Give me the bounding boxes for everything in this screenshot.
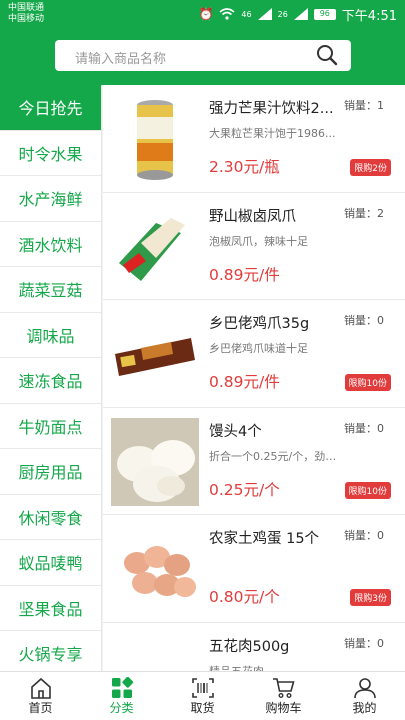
sidebar-item-9[interactable]: 休闲零食: [0, 495, 101, 540]
alarm-icon: ⏰: [198, 7, 214, 21]
purchase-limit-badge: 限购2份: [350, 159, 391, 176]
sidebar-item-7[interactable]: 牛奶面点: [0, 404, 101, 449]
product-desc: 大果粒芒果汁饱于1986...: [209, 127, 336, 140]
sidebar-item-1[interactable]: 时令水果: [0, 131, 101, 176]
sidebar-item-10[interactable]: 蚁品唛鸭: [0, 540, 101, 586]
product-price: 2.30元/瓶: [209, 158, 280, 176]
purchase-limit-badge: 限购3份: [350, 589, 391, 606]
product-desc: 泡椒凤爪，辣味十足: [209, 234, 308, 248]
signal-icon-2: [293, 8, 308, 20]
sidebar-item-2[interactable]: 水产海鲜: [0, 176, 101, 222]
product-image-chicken-feet-pack[interactable]: [111, 202, 199, 291]
header: 中国联通 中国移动 ⏰ 46 26 96 下午4:51 请输入商品名称: [0, 0, 405, 85]
purchase-limit-badge: 限购10份: [344, 374, 391, 391]
product-name: 野山椒卤凤爪: [209, 208, 296, 225]
tab-pickup[interactable]: 取货: [162, 672, 243, 720]
product-price: 0.25元/个: [209, 480, 280, 499]
tab-cart-label: 购物车: [265, 700, 302, 715]
tab-category-label: 分类: [109, 700, 134, 715]
product-list: 强力芒果汁饮料2... 大果粒芒果汁饱于1986... 2.30元/瓶 销量：1 限购2…: [103, 85, 405, 671]
search-bar[interactable]: 请输入商品名称: [55, 40, 351, 71]
search-icon[interactable]: [315, 43, 339, 67]
search-input[interactable]: 请输入商品名称: [75, 48, 166, 67]
product-image-eggs[interactable]: [111, 525, 199, 613]
scan-icon: [191, 677, 214, 698]
clock: 下午4:51: [341, 8, 397, 24]
carrier-info: 中国联通 中国移动: [8, 3, 44, 25]
product-row[interactable]: 强力芒果汁饮料2... 大果粒芒果汁饱于1986... 2.30元/瓶 销量：1 限购2…: [103, 85, 405, 193]
product-desc: 精品五花肉: [209, 664, 264, 672]
tab-home[interactable]: 首页: [0, 672, 81, 720]
product-sold-count: 销量：0: [344, 636, 384, 650]
product-row[interactable]: 野山椒卤凤爪 泡椒凤爪，辣味十足 0.89元/件 销量：2: [103, 193, 405, 300]
carrier-1: 中国联通: [8, 3, 45, 13]
battery-icon: 96: [313, 8, 336, 20]
product-sold-count: 销量：0: [344, 421, 384, 435]
product-name: 五花肉500g: [209, 638, 290, 655]
product-sold-count: 销量：0: [344, 529, 384, 542]
network-2: 26: [277, 9, 288, 19]
product-price: 0.89元/件: [209, 373, 280, 391]
carrier-2: 中国移动: [8, 14, 45, 24]
product-image-drink-can[interactable]: [111, 95, 199, 183]
product-name: 强力芒果汁饮料2...: [209, 101, 334, 117]
sidebar-item-5[interactable]: 调味品: [0, 313, 101, 358]
product-sold-count: 销量：1: [344, 99, 384, 112]
network-1: 46: [241, 9, 252, 19]
product-desc: 折合一个0.25元/个，劲道...: [209, 449, 341, 463]
product-image-pork-belly[interactable]: [111, 632, 199, 671]
product-name: 馒头4个: [209, 423, 262, 440]
tab-mine[interactable]: 我的: [324, 672, 405, 720]
purchase-limit-badge: 限购10份: [344, 481, 391, 499]
user-icon: [353, 677, 376, 698]
product-name: 农家土鸡蛋 15个: [209, 531, 320, 547]
status-right: ⏰ 46 26 96 下午4:51: [198, 5, 397, 24]
sidebar-item-6[interactable]: 速冻食品: [0, 358, 101, 404]
product-row[interactable]: 馒头4个折合一个0.25元/个，劲道... 0.25元/个 销量：0 限购10份: [103, 408, 405, 515]
product-price: 0.80元/个: [209, 588, 280, 606]
sidebar-item-0[interactable]: 今日抢先: [0, 85, 101, 131]
product-row[interactable]: 五花肉500g 精品五花肉 销量：0: [103, 623, 405, 672]
product-sold-count: 销量：0: [344, 314, 384, 327]
sidebar-item-8[interactable]: 厨房用品: [0, 449, 101, 495]
tab-mine-label: 我的: [352, 700, 377, 715]
sidebar-item-12[interactable]: 火锅专享: [0, 631, 101, 671]
product-name: 乡巴佬鸡爪35g: [209, 316, 310, 332]
product-image-steamed-buns[interactable]: [111, 417, 199, 506]
sidebar-item-3[interactable]: 酒水饮料: [0, 222, 101, 267]
signal-icon: [257, 8, 272, 20]
sidebar-item-4[interactable]: 蔬菜豆菇: [0, 267, 101, 313]
category-icon: [111, 676, 133, 698]
bottom-nav: 首页 分类 取货 购物车 我的: [0, 671, 405, 720]
status-bar: 中国联通 中国移动 ⏰ 46 26 96 下午4:51: [0, 0, 405, 28]
home-icon: [30, 677, 51, 699]
product-desc: 乡巴佬鸡爪味道十足: [209, 342, 308, 355]
category-sidebar: 今日抢先 时令水果 水产海鲜 酒水饮料 蔬菜豆菇 调味品 速冻食品 牛奶面点 厨房用品 休闲零食蚁…: [0, 85, 102, 671]
product-row[interactable]: 乡巴佬鸡爪35g 乡巴佬鸡爪味道十足 0.89元/件 销量：0 限购10份: [103, 300, 405, 408]
tab-pickup-label: 取货: [190, 700, 215, 715]
tab-home-label: 首页: [28, 700, 53, 715]
wifi-icon: [219, 8, 235, 20]
tab-category[interactable]: 分类: [81, 672, 162, 720]
product-sold-count: 销量：2: [344, 206, 384, 220]
product-image-snack-pack[interactable]: [111, 310, 199, 398]
tab-cart[interactable]: 购物车: [243, 672, 324, 720]
product-row[interactable]: 农家土鸡蛋 15个 0.80元/个 销量：0 限购3份: [103, 515, 405, 623]
sidebar-item-11[interactable]: 坚果食品: [0, 586, 101, 631]
product-price: 0.89元/件: [209, 265, 280, 284]
cart-icon: [272, 677, 295, 698]
